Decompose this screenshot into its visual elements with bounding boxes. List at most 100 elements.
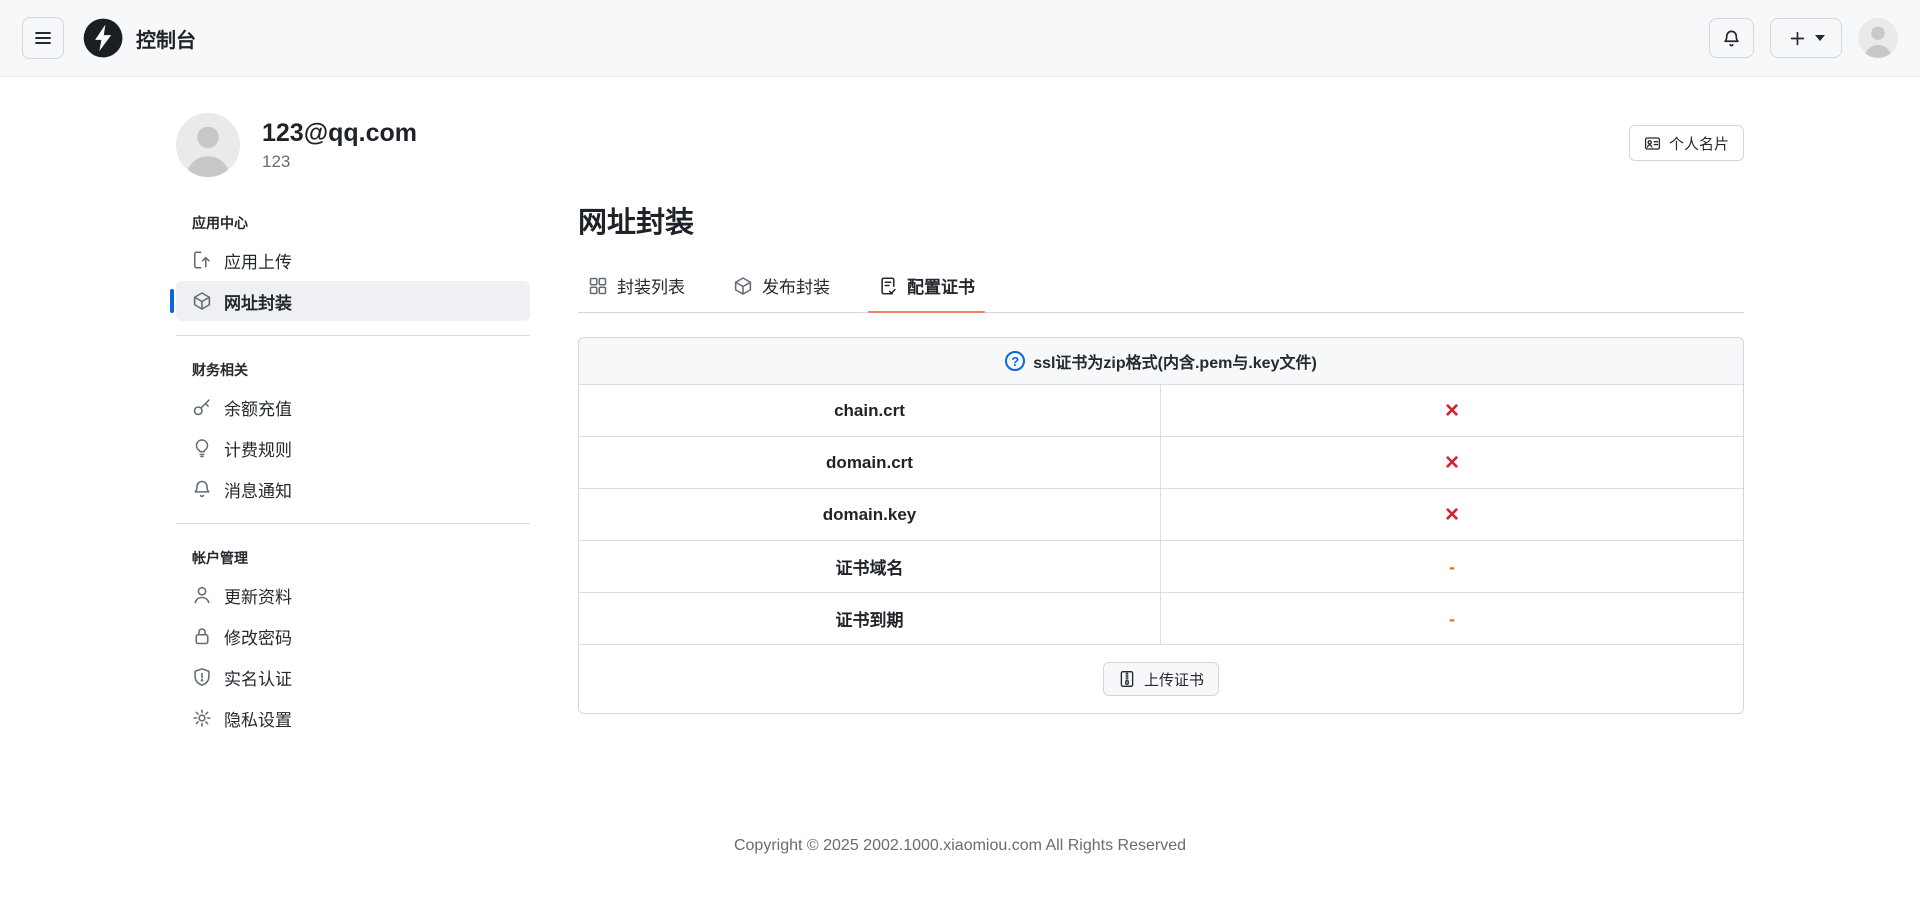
sidebar-item-label: 计费规则	[224, 440, 292, 460]
sidebar-divider	[176, 523, 530, 524]
empty-mark: -	[1449, 608, 1455, 629]
upload-certificate-button[interactable]: 上传证书	[1102, 662, 1219, 696]
tab-label: 封装列表	[617, 278, 685, 297]
missing-mark: ×	[1444, 448, 1459, 476]
personal-card-button[interactable]: 个人名片	[1628, 125, 1744, 161]
package-icon	[192, 291, 212, 311]
package-icon	[734, 276, 752, 295]
profile-texts: 123@qq.com 123	[262, 113, 417, 172]
sidebar-section-app-center: 应用中心	[192, 215, 248, 231]
sidebar-item-label: 隐私设置	[224, 710, 292, 730]
sidebar-section-account: 帐户管理	[192, 550, 248, 566]
certificate-action-row: 上传证书	[579, 645, 1743, 713]
certificate-notice-text: ssl证书为zip格式(内含.pem与.key文件)	[1033, 355, 1317, 372]
hamburger-menu-button[interactable]	[22, 17, 64, 59]
page-title: 网址封装	[578, 207, 695, 239]
sidebar-item-app-upload[interactable]: 应用上传	[176, 240, 530, 280]
certificate-notice-row: ? ssl证书为zip格式(内含.pem与.key文件)	[579, 338, 1743, 385]
tabbar: 封装列表 发布封装 配置证书	[578, 261, 1744, 313]
profile-username: 123	[262, 151, 291, 171]
sidebar-item-label: 实名认证	[224, 669, 292, 689]
create-new-button[interactable]	[1770, 18, 1842, 58]
table-row-domain-crt: domain.crt ×	[579, 437, 1743, 489]
cert-status-cell: ×	[1161, 489, 1743, 540]
tab-label: 发布封装	[762, 278, 830, 297]
tab-publish-packaging[interactable]: 发布封装	[723, 261, 840, 312]
sidebar-item-realname-verify[interactable]: 实名认证	[176, 657, 530, 697]
empty-mark: -	[1449, 556, 1455, 577]
sidebar-item-label: 更新资料	[224, 587, 292, 607]
sidebar-section-finance: 财务相关	[192, 362, 248, 378]
table-row-domain-key: domain.key ×	[579, 489, 1743, 541]
sidebar-item-update-profile[interactable]: 更新资料	[176, 575, 530, 615]
sidebar-item-label: 应用上传	[224, 252, 292, 272]
footer-copyright: Copyright © 2025 2002.1000.xiaomiou.com …	[733, 837, 1187, 854]
sidebar-item-label: 修改密码	[224, 628, 292, 648]
certificate-table: ? ssl证书为zip格式(内含.pem与.key文件) chain.crt ×…	[578, 337, 1744, 714]
shield-icon	[192, 667, 212, 687]
sidebar-item-label: 消息通知	[224, 481, 292, 501]
grid-icon	[589, 277, 607, 294]
sidebar-item-label: 余额充值	[224, 399, 292, 419]
tab-packaging-list[interactable]: 封装列表	[578, 261, 695, 312]
bell-icon	[1724, 30, 1739, 46]
top-navbar: 控制台	[0, 0, 1920, 77]
bell-icon	[192, 479, 212, 499]
main-panel: 网址封装 封装列表 发布封装 配置证书 ? ssl证书为zip格式(内含.pem…	[578, 195, 1744, 739]
sidebar-item-url-packaging[interactable]: 网址封装	[170, 281, 530, 321]
profile-identity: 123@qq.com 123	[176, 113, 417, 177]
missing-mark: ×	[1444, 396, 1459, 424]
sidebar-item-label: 网址封装	[224, 293, 292, 313]
personal-card-label: 个人名片	[1668, 135, 1729, 153]
sidebar-item-change-password[interactable]: 修改密码	[176, 616, 530, 656]
content: 应用中心 应用上传 网址封装 财务相关 余额充值 计费规则 消息通知 帐户管理 …	[170, 195, 1744, 739]
cert-status-cell: -	[1161, 541, 1743, 592]
gear-icon	[192, 708, 212, 728]
notifications-button[interactable]	[1709, 18, 1754, 58]
lightning-logo-icon	[83, 18, 123, 58]
id-card-icon	[1644, 136, 1661, 150]
plus-icon	[1790, 31, 1804, 45]
sidebar-item-billing-rules[interactable]: 计费规则	[176, 428, 530, 468]
hamburger-icon	[35, 32, 51, 44]
avatar-silhouette-icon	[1864, 26, 1892, 58]
navbar-right	[1709, 18, 1898, 58]
key-icon	[192, 397, 212, 417]
navbar-avatar[interactable]	[1858, 18, 1898, 58]
help-circle-icon[interactable]: ?	[1005, 351, 1026, 371]
upload-icon	[192, 250, 212, 270]
cert-file-name: domain.key	[579, 489, 1161, 540]
person-icon	[192, 585, 212, 605]
cert-file-name: domain.crt	[579, 437, 1161, 488]
cert-status-cell: ×	[1161, 437, 1743, 488]
file-check-icon	[881, 276, 896, 295]
brand[interactable]: 控制台	[82, 17, 196, 59]
cert-status-cell: ×	[1161, 385, 1743, 436]
profile-email: 123@qq.com	[262, 119, 417, 147]
lock-icon	[192, 626, 212, 646]
cert-status-cell: -	[1161, 593, 1743, 644]
table-row-cert-expiry: 证书到期 -	[579, 593, 1743, 645]
upload-certificate-label: 上传证书	[1143, 671, 1204, 689]
profile-avatar[interactable]	[176, 113, 240, 177]
tab-label: 配置证书	[907, 278, 975, 297]
sidebar-item-notifications[interactable]: 消息通知	[176, 469, 530, 509]
sidebar-item-privacy-settings[interactable]: 隐私设置	[176, 698, 530, 738]
table-row-cert-domain: 证书域名 -	[579, 541, 1743, 593]
sidebar-item-balance-recharge[interactable]: 余额充值	[176, 387, 530, 427]
missing-mark: ×	[1444, 500, 1459, 528]
sidebar: 应用中心 应用上传 网址封装 财务相关 余额充值 计费规则 消息通知 帐户管理 …	[170, 195, 530, 739]
tab-configure-certificate[interactable]: 配置证书	[868, 261, 985, 313]
avatar-silhouette-icon	[185, 126, 231, 177]
chevron-down-icon	[1814, 35, 1825, 41]
cert-file-name: chain.crt	[579, 385, 1161, 436]
navbar-left: 控制台	[22, 17, 196, 59]
zip-file-icon	[1120, 671, 1134, 687]
cert-field-name: 证书到期	[579, 593, 1161, 644]
page-container: 123@qq.com 123 个人名片 应用中心 应用上传 网址封装 财务相关 …	[170, 113, 1744, 855]
cert-field-name: 证书域名	[579, 541, 1161, 592]
profile-header: 123@qq.com 123 个人名片	[176, 113, 1744, 177]
lightbulb-icon	[192, 438, 212, 458]
sidebar-divider	[176, 335, 530, 336]
table-row-chain-crt: chain.crt ×	[579, 385, 1743, 437]
